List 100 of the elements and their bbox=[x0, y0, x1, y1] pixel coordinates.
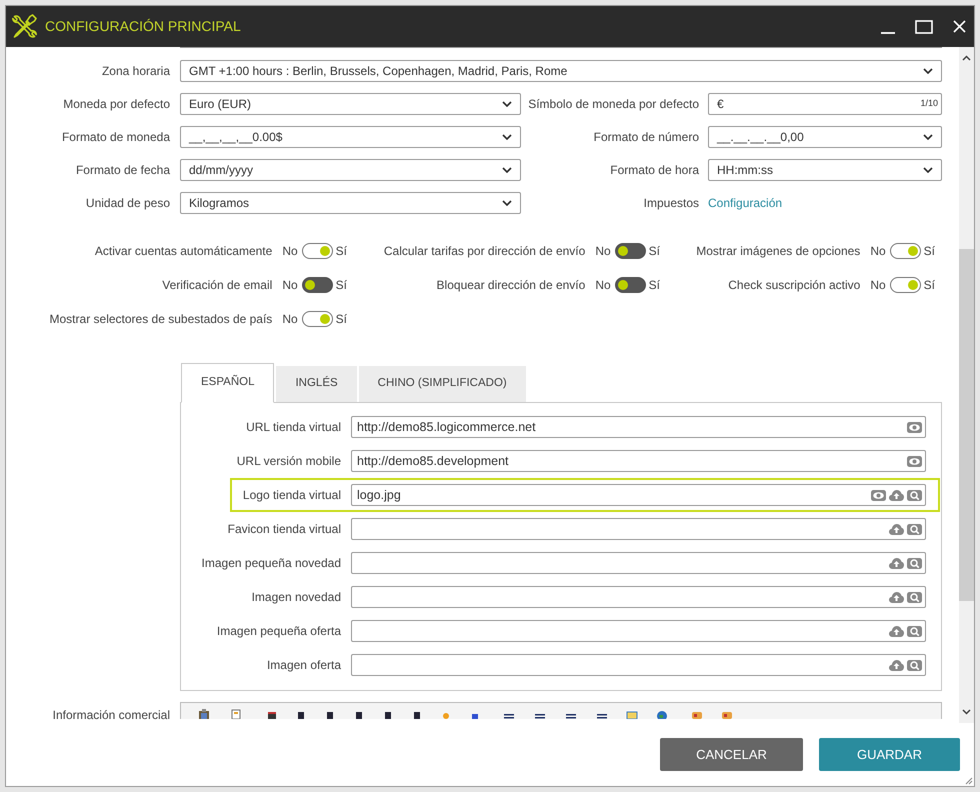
toggle-switch[interactable] bbox=[302, 311, 333, 327]
select-field[interactable]: Kilogramos bbox=[180, 192, 521, 214]
off-label: No bbox=[870, 243, 886, 260]
switch-label: Mostrar selectores de subestados de país bbox=[50, 311, 272, 328]
text-format-icon[interactable] bbox=[324, 709, 336, 719]
toggle-switch[interactable] bbox=[302, 277, 333, 293]
on-label: Sí bbox=[924, 277, 935, 294]
picture-icon[interactable] bbox=[626, 709, 638, 719]
switch-label: Verificación de email bbox=[162, 277, 272, 294]
on-label: Sí bbox=[924, 243, 935, 260]
search-icon[interactable] bbox=[907, 558, 922, 568]
cloud-upload-icon[interactable] bbox=[889, 626, 904, 636]
field-label: Formato de hora bbox=[609, 162, 699, 179]
field-label: Formato de moneda bbox=[60, 129, 170, 146]
eye-icon[interactable] bbox=[871, 490, 886, 500]
eye-icon[interactable] bbox=[907, 456, 922, 466]
search-icon[interactable] bbox=[907, 660, 922, 670]
language-tab[interactable]: INGLÉS bbox=[276, 366, 357, 402]
search-icon[interactable] bbox=[907, 490, 922, 500]
switch-label: Bloquear dirección de envío bbox=[436, 277, 586, 294]
field-label: Imagen novedad bbox=[250, 589, 341, 606]
minimize-icon[interactable] bbox=[881, 32, 895, 34]
field-label: Imagen pequeña oferta bbox=[216, 623, 341, 640]
toggle-switch[interactable] bbox=[302, 243, 333, 259]
switch-label: Activar cuentas automáticamente bbox=[94, 243, 272, 260]
url-field[interactable]: http://demo85.logicommerce.net bbox=[351, 416, 926, 438]
scroll-down-icon[interactable] bbox=[962, 709, 971, 715]
off-label: No bbox=[282, 311, 298, 328]
language-tab[interactable]: CHINO (SIMPLIFICADO) bbox=[358, 366, 526, 402]
file-field[interactable] bbox=[351, 552, 926, 574]
field-label: Logo tienda virtual bbox=[242, 487, 341, 504]
chevron-down-icon bbox=[502, 167, 512, 173]
clipboard-icon[interactable] bbox=[198, 709, 210, 719]
maximize-icon[interactable] bbox=[915, 20, 933, 34]
globe-icon[interactable] bbox=[656, 709, 668, 719]
field-label: Zona horaria bbox=[100, 63, 170, 80]
field-label: Imagen oferta bbox=[266, 657, 341, 674]
select-field[interactable]: HH:mm:ss bbox=[708, 159, 942, 181]
chevron-down-icon bbox=[923, 167, 933, 173]
text-format-icon[interactable] bbox=[295, 709, 307, 719]
text-format-icon[interactable] bbox=[411, 709, 423, 719]
toggle-switch[interactable] bbox=[614, 277, 646, 293]
on-label: Sí bbox=[648, 277, 660, 294]
text-field[interactable]: € 1/10 bbox=[708, 93, 942, 115]
field-label: Impuestos bbox=[642, 195, 699, 212]
chevron-down-icon bbox=[923, 68, 933, 74]
field-label: Formato de número bbox=[592, 129, 699, 146]
search-icon[interactable] bbox=[907, 524, 922, 534]
close-icon[interactable] bbox=[953, 20, 966, 33]
chevron-down-icon bbox=[502, 101, 512, 107]
switch-label: Check suscripción activo bbox=[728, 277, 860, 294]
language-tab[interactable]: ESPAÑOL bbox=[181, 363, 274, 403]
scrollbar-thumb[interactable] bbox=[959, 249, 974, 601]
select-field[interactable]: __,__,__,__0.00$ bbox=[180, 126, 521, 148]
palette-icon[interactable] bbox=[721, 709, 733, 719]
off-label: No bbox=[595, 277, 611, 294]
cloud-upload-icon[interactable] bbox=[889, 524, 904, 534]
off-label: No bbox=[282, 243, 298, 260]
text-format-icon[interactable] bbox=[353, 709, 365, 719]
on-label: Sí bbox=[336, 243, 347, 260]
toggle-switch[interactable] bbox=[890, 277, 921, 293]
url-field[interactable]: http://demo85.development bbox=[351, 450, 926, 472]
field-label: Unidad de peso bbox=[84, 195, 170, 212]
select-field[interactable]: __.__.__.__0,00 bbox=[708, 126, 942, 148]
text-format-icon[interactable] bbox=[382, 709, 394, 719]
text-format-icon[interactable] bbox=[266, 709, 278, 719]
select-field[interactable]: Euro (EUR) bbox=[180, 93, 521, 115]
chevron-down-icon bbox=[923, 134, 933, 140]
cancel-button[interactable]: CANCELAR bbox=[660, 738, 803, 771]
toggle-switch[interactable] bbox=[614, 243, 646, 259]
save-button[interactable]: GUARDAR bbox=[819, 738, 960, 771]
chevron-down-icon bbox=[502, 200, 512, 206]
search-icon[interactable] bbox=[907, 592, 922, 602]
switch-label: Calcular tarifas por dirección de envío bbox=[384, 243, 586, 260]
file-field[interactable]: logo.jpg bbox=[351, 484, 926, 506]
file-field[interactable] bbox=[351, 620, 926, 642]
select-field[interactable]: GMT +1:00 hours : Berlin, Brussels, Copenhagen, Madrid, Paris, Rome bbox=[180, 60, 942, 82]
chevron-down-icon bbox=[502, 134, 512, 140]
resize-grip-icon[interactable] bbox=[965, 777, 973, 785]
cloud-upload-icon[interactable] bbox=[889, 660, 904, 670]
switch-label: Mostrar imágenes de opciones bbox=[696, 243, 860, 260]
file-field[interactable] bbox=[351, 518, 926, 540]
eye-icon[interactable] bbox=[907, 422, 922, 432]
char-counter: 1/10 bbox=[920, 97, 938, 110]
field-label: Formato de fecha bbox=[74, 162, 170, 179]
settings-link[interactable]: Configuración bbox=[708, 194, 782, 212]
scroll-up-icon[interactable] bbox=[962, 55, 971, 61]
search-icon[interactable] bbox=[907, 626, 922, 636]
file-field[interactable] bbox=[351, 586, 926, 608]
page-icon[interactable] bbox=[230, 709, 242, 719]
cloud-upload-icon[interactable] bbox=[889, 558, 904, 568]
select-field[interactable]: dd/mm/yyyy bbox=[180, 159, 521, 181]
cloud-upload-icon[interactable] bbox=[889, 592, 904, 602]
palette-icon[interactable] bbox=[691, 709, 703, 719]
window-title: CONFIGURACIÓN PRINCIPAL bbox=[45, 17, 241, 36]
file-field[interactable] bbox=[351, 654, 926, 676]
field-label: URL versión mobile bbox=[236, 453, 341, 470]
toggle-switch[interactable] bbox=[890, 243, 921, 259]
cloud-upload-icon[interactable] bbox=[889, 490, 904, 500]
field-label: Moneda por defecto bbox=[62, 96, 170, 113]
